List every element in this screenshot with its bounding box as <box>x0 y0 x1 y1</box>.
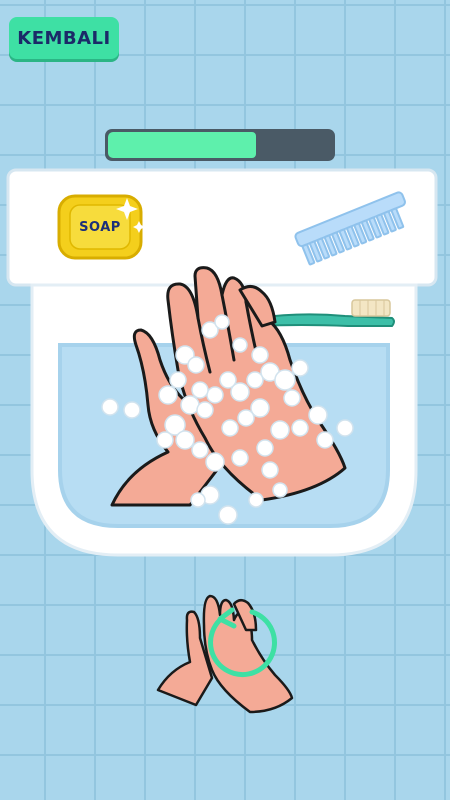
bathroom-scene <box>6 168 438 714</box>
back-button[interactable]: KEMBALI <box>9 17 119 59</box>
soap-label: SOAP <box>79 219 121 235</box>
progress-bar <box>105 129 335 161</box>
progress-fill <box>108 132 256 158</box>
